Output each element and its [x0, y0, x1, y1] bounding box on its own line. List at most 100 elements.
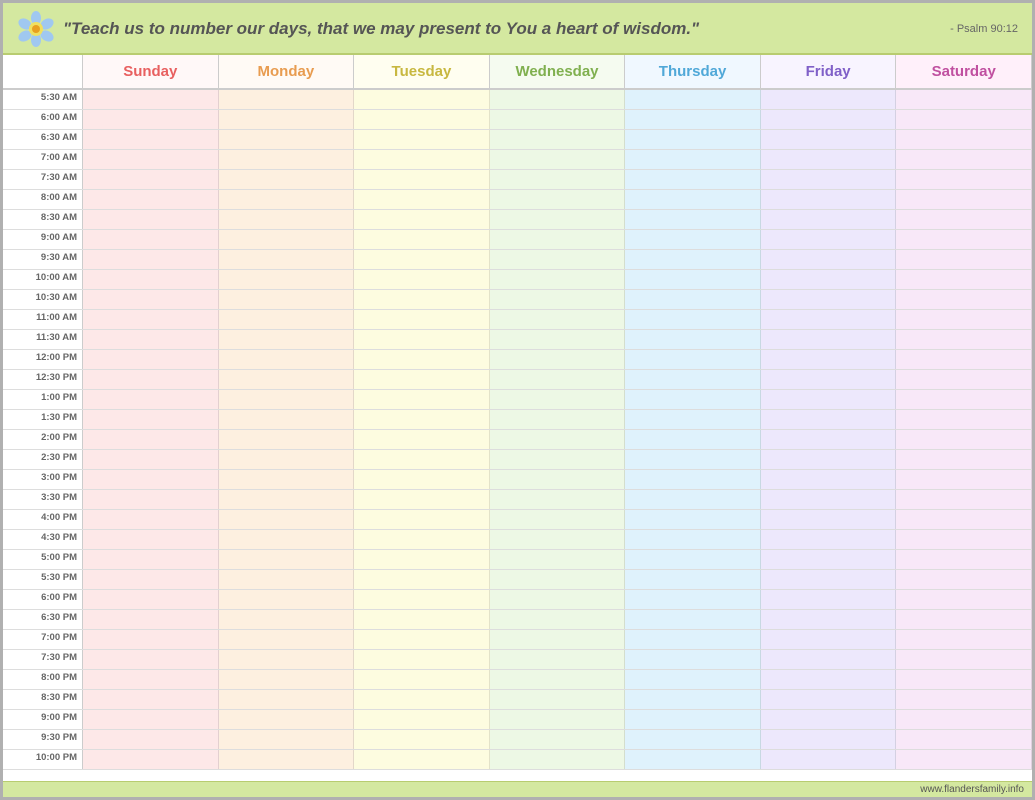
cell-monday-16[interactable]: [219, 410, 355, 429]
cell-thursday-22[interactable]: [625, 530, 761, 549]
cell-friday-28[interactable]: [761, 650, 897, 669]
cell-sunday-33[interactable]: [83, 750, 219, 769]
cell-monday-10[interactable]: [219, 290, 355, 309]
cell-friday-13[interactable]: [761, 350, 897, 369]
cell-tuesday-31[interactable]: [354, 710, 490, 729]
cell-friday-0[interactable]: [761, 90, 897, 109]
cell-saturday-7[interactable]: [896, 230, 1032, 249]
cell-sunday-17[interactable]: [83, 430, 219, 449]
cell-tuesday-29[interactable]: [354, 670, 490, 689]
cell-monday-7[interactable]: [219, 230, 355, 249]
cell-wednesday-4[interactable]: [490, 170, 626, 189]
cell-monday-22[interactable]: [219, 530, 355, 549]
cell-wednesday-9[interactable]: [490, 270, 626, 289]
cell-friday-3[interactable]: [761, 150, 897, 169]
cell-saturday-18[interactable]: [896, 450, 1032, 469]
cell-monday-24[interactable]: [219, 570, 355, 589]
cell-friday-25[interactable]: [761, 590, 897, 609]
cell-thursday-30[interactable]: [625, 690, 761, 709]
cell-wednesday-17[interactable]: [490, 430, 626, 449]
cell-tuesday-9[interactable]: [354, 270, 490, 289]
cell-wednesday-32[interactable]: [490, 730, 626, 749]
cell-wednesday-22[interactable]: [490, 530, 626, 549]
cell-thursday-13[interactable]: [625, 350, 761, 369]
cell-wednesday-25[interactable]: [490, 590, 626, 609]
cell-monday-25[interactable]: [219, 590, 355, 609]
cell-sunday-9[interactable]: [83, 270, 219, 289]
cell-tuesday-0[interactable]: [354, 90, 490, 109]
cell-tuesday-6[interactable]: [354, 210, 490, 229]
cell-monday-6[interactable]: [219, 210, 355, 229]
cell-tuesday-4[interactable]: [354, 170, 490, 189]
cell-sunday-6[interactable]: [83, 210, 219, 229]
cell-monday-11[interactable]: [219, 310, 355, 329]
cell-wednesday-15[interactable]: [490, 390, 626, 409]
cell-monday-13[interactable]: [219, 350, 355, 369]
cell-tuesday-17[interactable]: [354, 430, 490, 449]
cell-sunday-11[interactable]: [83, 310, 219, 329]
cell-sunday-29[interactable]: [83, 670, 219, 689]
cell-thursday-33[interactable]: [625, 750, 761, 769]
cell-tuesday-12[interactable]: [354, 330, 490, 349]
cell-tuesday-5[interactable]: [354, 190, 490, 209]
cell-tuesday-23[interactable]: [354, 550, 490, 569]
cell-saturday-4[interactable]: [896, 170, 1032, 189]
cell-friday-21[interactable]: [761, 510, 897, 529]
cell-wednesday-26[interactable]: [490, 610, 626, 629]
cell-wednesday-6[interactable]: [490, 210, 626, 229]
cell-monday-17[interactable]: [219, 430, 355, 449]
cell-monday-27[interactable]: [219, 630, 355, 649]
cell-sunday-5[interactable]: [83, 190, 219, 209]
cell-saturday-3[interactable]: [896, 150, 1032, 169]
cell-tuesday-26[interactable]: [354, 610, 490, 629]
cell-wednesday-20[interactable]: [490, 490, 626, 509]
cell-friday-30[interactable]: [761, 690, 897, 709]
cell-tuesday-1[interactable]: [354, 110, 490, 129]
cell-tuesday-27[interactable]: [354, 630, 490, 649]
cell-tuesday-10[interactable]: [354, 290, 490, 309]
cell-monday-15[interactable]: [219, 390, 355, 409]
cell-saturday-9[interactable]: [896, 270, 1032, 289]
cell-friday-27[interactable]: [761, 630, 897, 649]
cell-friday-29[interactable]: [761, 670, 897, 689]
cell-wednesday-14[interactable]: [490, 370, 626, 389]
cell-saturday-2[interactable]: [896, 130, 1032, 149]
cell-friday-4[interactable]: [761, 170, 897, 189]
cell-monday-19[interactable]: [219, 470, 355, 489]
cell-wednesday-31[interactable]: [490, 710, 626, 729]
cell-tuesday-2[interactable]: [354, 130, 490, 149]
cell-thursday-15[interactable]: [625, 390, 761, 409]
cell-friday-10[interactable]: [761, 290, 897, 309]
cell-thursday-12[interactable]: [625, 330, 761, 349]
cell-saturday-5[interactable]: [896, 190, 1032, 209]
cell-monday-9[interactable]: [219, 270, 355, 289]
cell-thursday-27[interactable]: [625, 630, 761, 649]
cell-monday-3[interactable]: [219, 150, 355, 169]
cell-sunday-2[interactable]: [83, 130, 219, 149]
cell-monday-21[interactable]: [219, 510, 355, 529]
cell-tuesday-33[interactable]: [354, 750, 490, 769]
cell-sunday-7[interactable]: [83, 230, 219, 249]
cell-sunday-31[interactable]: [83, 710, 219, 729]
cell-friday-19[interactable]: [761, 470, 897, 489]
cell-friday-32[interactable]: [761, 730, 897, 749]
cell-monday-5[interactable]: [219, 190, 355, 209]
cell-saturday-1[interactable]: [896, 110, 1032, 129]
cell-monday-23[interactable]: [219, 550, 355, 569]
cell-friday-12[interactable]: [761, 330, 897, 349]
cell-wednesday-8[interactable]: [490, 250, 626, 269]
cell-wednesday-21[interactable]: [490, 510, 626, 529]
cell-tuesday-22[interactable]: [354, 530, 490, 549]
cell-wednesday-28[interactable]: [490, 650, 626, 669]
cell-wednesday-0[interactable]: [490, 90, 626, 109]
cell-monday-18[interactable]: [219, 450, 355, 469]
cell-saturday-12[interactable]: [896, 330, 1032, 349]
cell-saturday-17[interactable]: [896, 430, 1032, 449]
cell-sunday-4[interactable]: [83, 170, 219, 189]
cell-thursday-9[interactable]: [625, 270, 761, 289]
cell-sunday-32[interactable]: [83, 730, 219, 749]
cell-friday-31[interactable]: [761, 710, 897, 729]
cell-tuesday-11[interactable]: [354, 310, 490, 329]
cell-saturday-16[interactable]: [896, 410, 1032, 429]
cell-monday-1[interactable]: [219, 110, 355, 129]
